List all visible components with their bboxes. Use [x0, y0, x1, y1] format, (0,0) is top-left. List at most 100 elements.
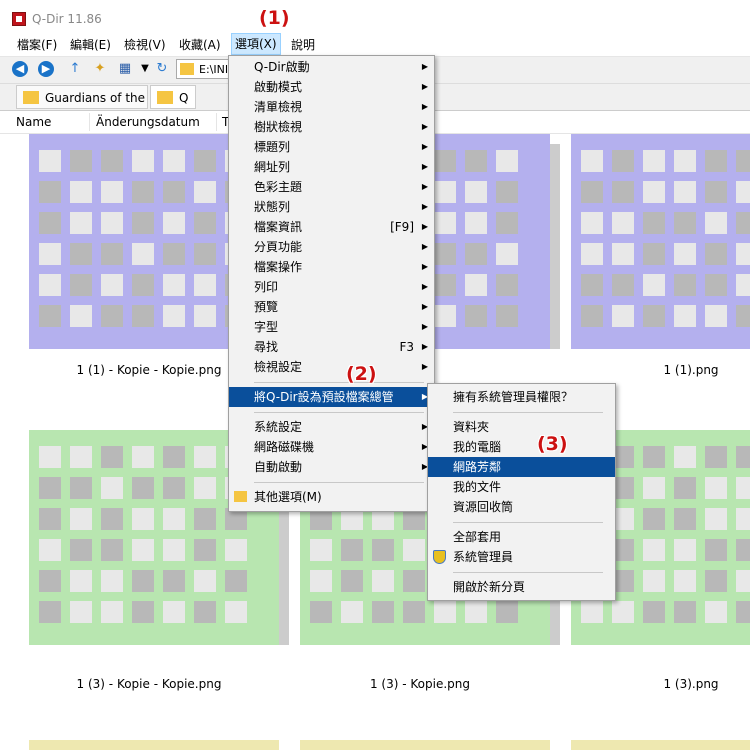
image-pixel — [163, 477, 185, 499]
refresh-icon[interactable]: ↻ — [153, 60, 171, 78]
menu-item[interactable]: 標題列 ▶ — [229, 137, 434, 157]
menu-view[interactable]: 檢視(V) — [124, 36, 166, 53]
view-mode-icon[interactable]: ▦ — [116, 60, 134, 78]
submenu-item-network[interactable]: 網路芳鄰 — [428, 457, 615, 477]
file-name[interactable]: 1 (1).png — [566, 363, 750, 377]
menu-item[interactable]: 列印 ▶ — [229, 277, 434, 297]
image-pixel — [163, 150, 185, 172]
submenu-item[interactable]: 資料夾 — [428, 417, 615, 437]
image-pixel — [496, 243, 518, 265]
menu-item[interactable]: 檢視設定 ▶ — [229, 357, 434, 377]
image-pixel — [163, 539, 185, 561]
tab-guardians[interactable]: Guardians of the ... — [16, 85, 148, 119]
column-modified[interactable]: Änderungsdatum — [96, 115, 200, 129]
image-pixel — [612, 150, 634, 172]
image-pixel — [581, 305, 603, 327]
submenu-arrow-icon: ▶ — [421, 142, 428, 151]
new-folder-icon[interactable]: ✦ — [91, 60, 109, 78]
back-icon[interactable]: ◀ — [12, 61, 28, 77]
thumbnail[interactable] — [300, 740, 550, 750]
tab-q[interactable]: Q — [150, 85, 196, 109]
submenu-item[interactable]: 擁有系統管理員權限？ — [428, 387, 615, 407]
column-divider[interactable] — [89, 113, 90, 131]
menu-item[interactable]: 網址列 ▶ — [229, 157, 434, 177]
image-pixel — [310, 539, 332, 561]
file-name[interactable]: 1 (3) - Kopie.png — [295, 677, 545, 691]
image-pixel — [674, 539, 696, 561]
menu-item[interactable]: 檔案資訊 [F9] ▶ — [229, 217, 434, 237]
menu-item[interactable]: 樹狀檢視 ▶ — [229, 117, 434, 137]
up-folder-icon[interactable]: ↑ — [66, 60, 84, 78]
view-dropdown-icon[interactable]: ▼ — [136, 60, 154, 78]
image-pixel — [372, 570, 394, 592]
image-pixel — [496, 181, 518, 203]
image-pixel — [674, 570, 696, 592]
menu-item[interactable]: 清單檢視 ▶ — [229, 97, 434, 117]
menu-edit[interactable]: 編輯(E) — [70, 36, 111, 53]
folder-icon — [157, 91, 173, 104]
address-bar[interactable]: E:\INI — [176, 59, 236, 79]
submenu-arrow-icon: ▶ — [421, 182, 428, 191]
menu-file[interactable]: 檔案(F) — [17, 36, 57, 53]
image-pixel — [194, 305, 216, 327]
image-pixel — [101, 477, 123, 499]
image-pixel — [643, 243, 665, 265]
menu-item[interactable]: 色彩主題 ▶ — [229, 177, 434, 197]
annotation-3: (3) — [537, 433, 568, 455]
image-pixel — [643, 212, 665, 234]
image-pixel — [341, 570, 363, 592]
image-pixel — [465, 181, 487, 203]
submenu-item[interactable]: 資源回收筒 — [428, 497, 615, 517]
menu-item[interactable]: 字型 ▶ — [229, 317, 434, 337]
submenu-item[interactable]: 我的文件 — [428, 477, 615, 497]
image-pixel — [705, 570, 727, 592]
image-pixel — [132, 570, 154, 592]
image-pixel — [39, 601, 61, 623]
image-pixel — [70, 243, 92, 265]
submenu-item[interactable]: 開啟於新分頁 — [428, 577, 615, 597]
menu-item[interactable]: 檔案操作 ▶ — [229, 257, 434, 277]
image-pixel — [70, 601, 92, 623]
image-pixel — [496, 274, 518, 296]
file-name[interactable]: 1 (3) - Kopie - Kopie.png — [24, 677, 274, 691]
menu-item[interactable]: 分頁功能 ▶ — [229, 237, 434, 257]
file-name[interactable]: 1 (3).png — [566, 677, 750, 691]
image-pixel — [434, 243, 456, 265]
menu-item[interactable]: 網路磁碟機 ▶ — [229, 437, 434, 457]
menu-item[interactable]: 尋找 F3 ▶ — [229, 337, 434, 357]
menu-item[interactable]: 狀態列 ▶ — [229, 197, 434, 217]
menu-item[interactable]: 系統設定 ▶ — [229, 417, 434, 437]
menu-help[interactable]: 說明 — [291, 36, 315, 53]
thumbnail[interactable] — [571, 134, 750, 349]
menu-item[interactable]: Q-Dir啟動 ▶ — [229, 57, 434, 77]
menu-separator — [254, 482, 424, 483]
menu-options[interactable]: 選項(X) — [231, 33, 281, 55]
image-pixel — [132, 243, 154, 265]
forward-icon[interactable]: ▶ — [38, 61, 54, 77]
image-pixel — [612, 305, 634, 327]
thumbnail[interactable] — [29, 740, 279, 750]
submenu-item-admin[interactable]: 系統管理員 — [428, 547, 615, 567]
image-pixel — [132, 446, 154, 468]
menu-item-set-default[interactable]: 將Q-Dir設為預設檔案總管 ▶ — [229, 387, 434, 407]
submenu-item[interactable]: 全部套用 — [428, 527, 615, 547]
thumbnail[interactable] — [571, 740, 750, 750]
image-pixel — [496, 212, 518, 234]
image-pixel — [70, 446, 92, 468]
menu-favorites[interactable]: 收藏(A) — [179, 36, 221, 53]
image-pixel — [39, 477, 61, 499]
menu-item[interactable]: 自動啟動 ▶ — [229, 457, 434, 477]
image-pixel — [736, 243, 750, 265]
image-pixel — [674, 274, 696, 296]
image-pixel — [736, 181, 750, 203]
menu-item-more-options[interactable]: 其他選項(M) — [229, 487, 434, 507]
submenu-item[interactable]: 我的電腦 — [428, 437, 615, 457]
column-divider[interactable] — [216, 113, 217, 131]
menu-item[interactable]: 預覽 ▶ — [229, 297, 434, 317]
image-pixel — [736, 446, 750, 468]
menu-item[interactable]: 啟動模式 ▶ — [229, 77, 434, 97]
column-name[interactable]: Name — [16, 115, 51, 129]
image-pixel — [465, 150, 487, 172]
annotation-2: (2) — [346, 363, 377, 385]
menu-bar: 檔案(F) 編輯(E) 檢視(V) 收藏(A) 選項(X) 說明 — [0, 32, 750, 57]
